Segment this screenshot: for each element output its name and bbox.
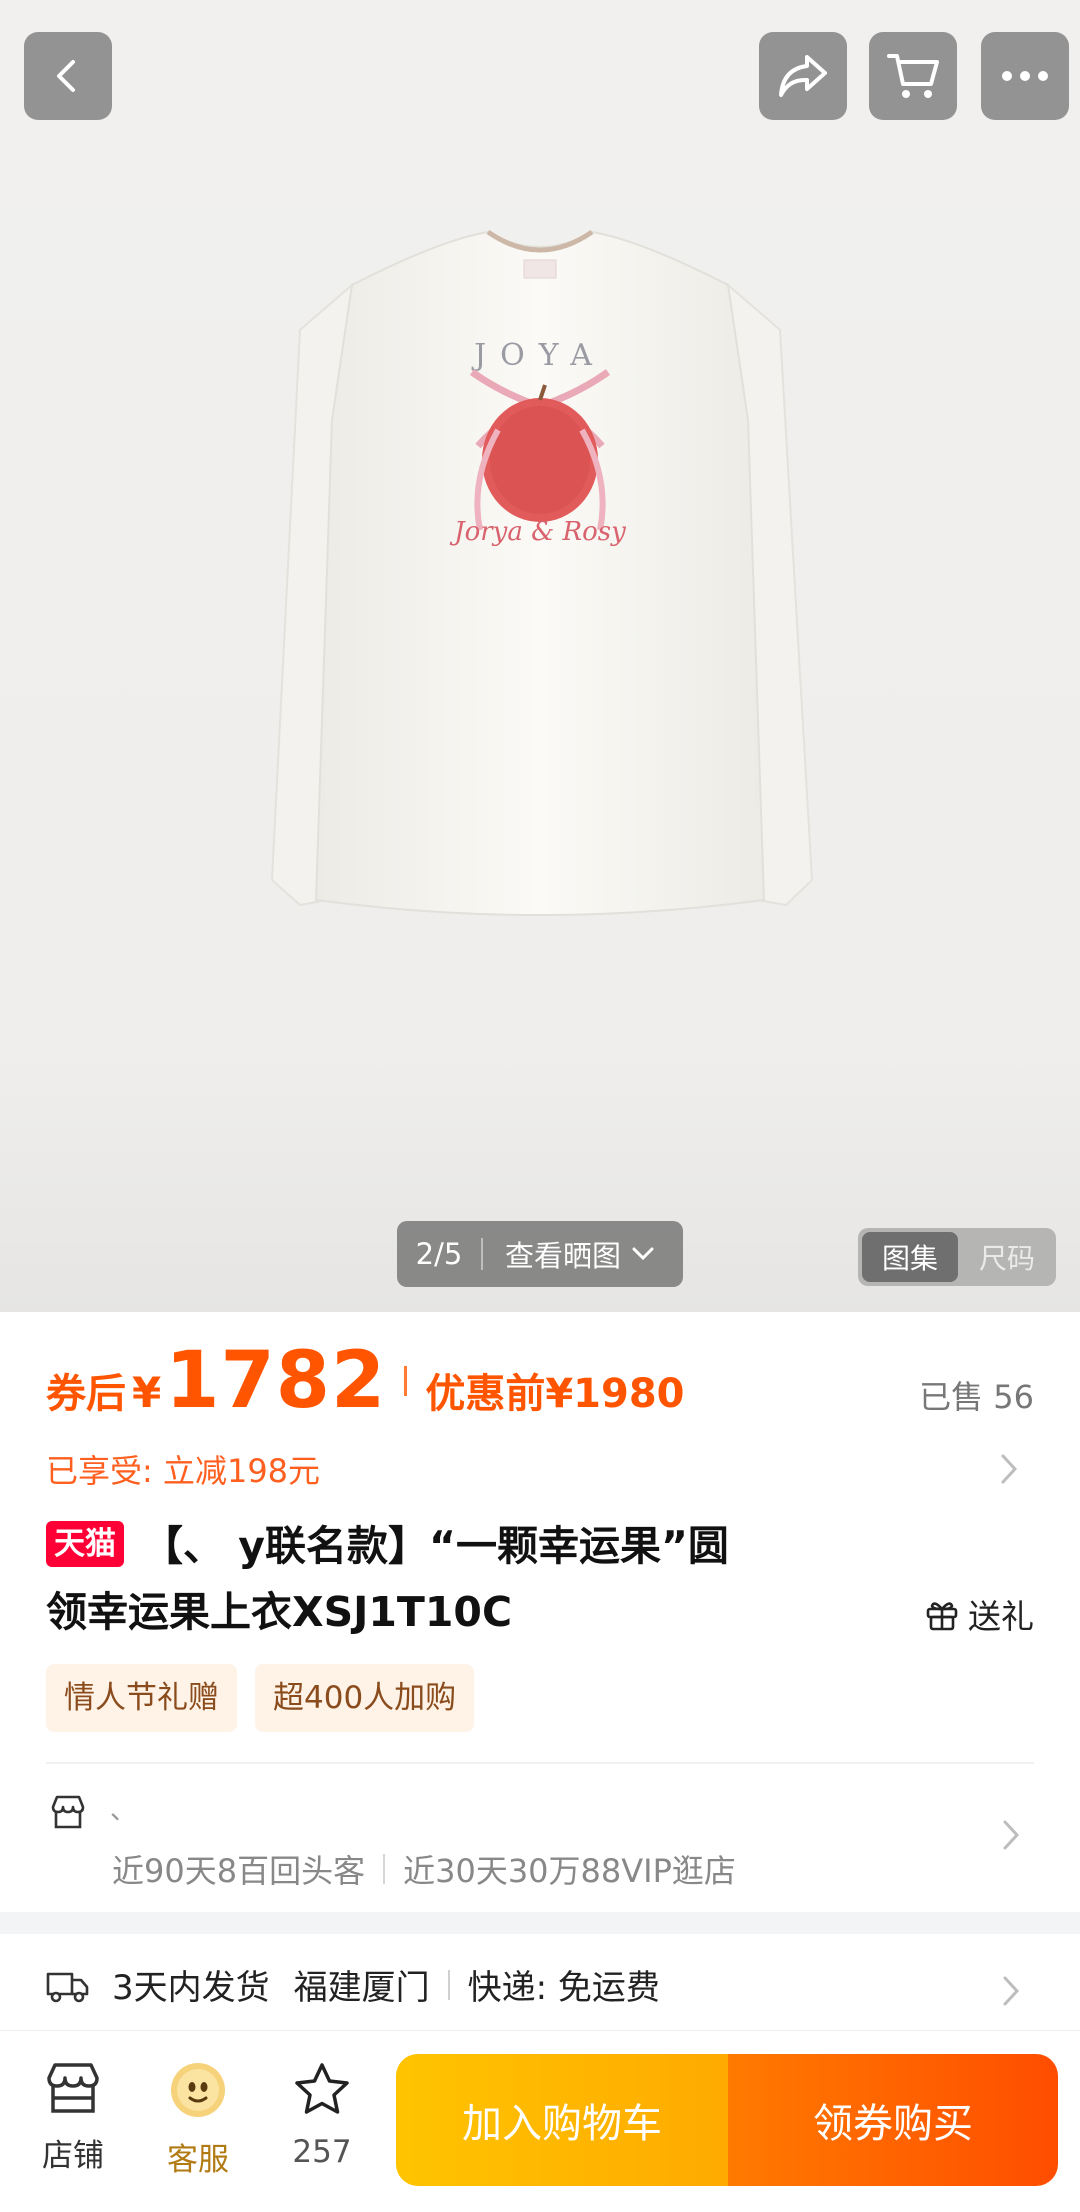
- shirt-print-brand: JOYA: [471, 338, 606, 373]
- price-row: 券后 ¥ 1782 优惠前¥1980: [46, 1336, 685, 1426]
- chevron-right-icon[interactable]: [1000, 1818, 1022, 1852]
- shirt-print-script: Jorya & Rosy: [449, 517, 626, 547]
- back-icon: [57, 60, 75, 92]
- shipping-info[interactable]: 3天内发货 福建厦门 快递: 免运费: [112, 1960, 660, 2009]
- chevron-right-icon[interactable]: [998, 1452, 1020, 1486]
- after-coupon-label: 券后: [46, 1371, 126, 1417]
- gift-button[interactable]: 送礼: [924, 1590, 1034, 1638]
- chevron-right-icon[interactable]: [1000, 1974, 1022, 2008]
- price-divider: [404, 1366, 408, 1396]
- shop-stats[interactable]: 近90天8百回头客 近30天30万88VIP逛店: [112, 1846, 736, 1892]
- view-reviews-label: 查看晒图: [505, 1239, 622, 1273]
- customer-service-tab[interactable]: 客服: [143, 2060, 253, 2179]
- back-button[interactable]: [24, 32, 112, 120]
- gallery-counter: 2/5: [415, 1237, 463, 1271]
- gallery-pager[interactable]: 2/5 查看晒图: [397, 1221, 683, 1287]
- segment-gallery[interactable]: 图集: [862, 1232, 958, 1282]
- section-separator: [0, 1912, 1080, 1934]
- coupon-price: 1782: [165, 1336, 387, 1426]
- view-reviews-photos[interactable]: 查看晒图: [483, 1233, 655, 1275]
- shop-name[interactable]: 、: [110, 1790, 136, 1827]
- product-title: 天猫 【、 y联名款】“一颗幸运果”圆: [46, 1512, 1016, 1580]
- gallery-mode-switch[interactable]: 图集 尺码: [858, 1228, 1056, 1286]
- tag-add-to-cart-count[interactable]: 超400人加购: [255, 1664, 475, 1732]
- more-button[interactable]: [981, 32, 1069, 120]
- stats-divider: [383, 1854, 386, 1884]
- gift-icon: [926, 1602, 958, 1631]
- store-tab[interactable]: 店铺: [18, 2060, 128, 2175]
- share-button[interactable]: [759, 32, 847, 120]
- truck-icon: [46, 1972, 89, 2003]
- tmall-badge: 天猫: [46, 1521, 124, 1567]
- favorite-count: 257: [292, 2134, 352, 2170]
- product-tags: 情人节礼赠 超400人加购: [46, 1664, 475, 1732]
- purchase-actions: 加入购物车 领券购买: [396, 2054, 1058, 2186]
- store-icon: [47, 2063, 99, 2113]
- store-label: 店铺: [42, 2138, 104, 2174]
- add-to-cart-button[interactable]: 加入购物车: [396, 2054, 728, 2186]
- share-icon: [779, 55, 827, 97]
- star-icon: [295, 2063, 349, 2114]
- product-photo: JOYA Jorya & Rosy: [270, 229, 814, 916]
- segment-size[interactable]: 尺码: [962, 1237, 1052, 1277]
- ship-express: 快递: 免运费: [467, 1968, 660, 2008]
- chevron-down-icon: [632, 1247, 654, 1261]
- discount-benefit[interactable]: 已享受: 立减198元: [46, 1446, 320, 1492]
- tag-valentine-gift[interactable]: 情人节礼赠: [46, 1664, 237, 1732]
- favorite-tab[interactable]: 257: [267, 2060, 377, 2170]
- original-price: 优惠前¥1980: [425, 1371, 685, 1417]
- shop-vip-visits: 近30天30万88VIP逛店: [403, 1852, 736, 1890]
- gift-label: 送礼: [968, 1597, 1034, 1636]
- title-line-2: 领幸运果上衣XSJ1T10C: [46, 1588, 513, 1636]
- cart-button[interactable]: [869, 32, 957, 120]
- shop-icon: [51, 1795, 85, 1829]
- ship-time: 3天内发货: [112, 1968, 270, 2008]
- shop-returning-customers: 近90天8百回头客: [112, 1852, 366, 1890]
- cart-icon: [887, 54, 939, 98]
- ship-origin: 福建厦门: [293, 1968, 430, 2008]
- service-label: 客服: [167, 2142, 229, 2178]
- coupon-buy-button[interactable]: 领券购买: [728, 2054, 1058, 2186]
- title-line-1: 【、 y联名款】“一颗幸运果”圆: [142, 1522, 729, 1570]
- product-image-gallery[interactable]: JOYA Jorya & Rosy 2/5 查看晒图 图集 尺码: [0, 0, 1080, 1312]
- shipping-divider: [447, 1969, 450, 2000]
- service-icon: [171, 2063, 225, 2117]
- divider: [46, 1762, 1034, 1764]
- sold-count: 已售 56: [919, 1378, 1034, 1416]
- currency-symbol: ¥: [132, 1368, 162, 1417]
- more-icon: [1002, 71, 1048, 81]
